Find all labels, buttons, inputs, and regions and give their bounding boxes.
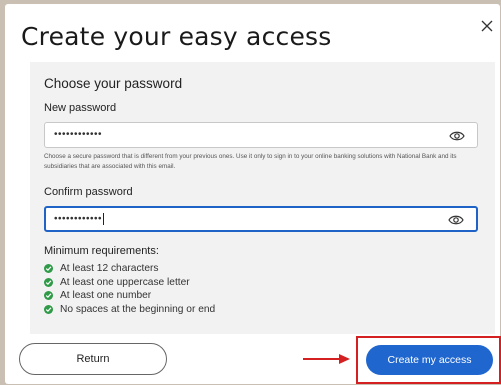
- dialog-title: Create your easy access: [21, 22, 332, 51]
- requirement-text: No spaces at the beginning or end: [60, 303, 216, 315]
- requirement-item: At least one number: [44, 289, 215, 303]
- password-help-text: Choose a secure password that is differe…: [44, 153, 457, 170]
- eye-icon[interactable]: [449, 129, 465, 141]
- requirement-text: At least one uppercase letter: [60, 276, 190, 288]
- confirm-password-label: Confirm password: [44, 186, 133, 198]
- eye-icon[interactable]: [448, 213, 464, 225]
- new-password-value: ••••••••••••: [54, 129, 103, 140]
- requirement-text: At least 12 characters: [60, 263, 159, 275]
- text-caret: [103, 213, 105, 225]
- requirements-list: At least 12 characters At least one uppe…: [44, 262, 215, 316]
- new-password-field[interactable]: ••••••••••••: [44, 122, 478, 148]
- annotation-arrow-icon: [303, 354, 350, 364]
- new-password-label: New password: [44, 102, 117, 114]
- create-access-dialog: Create your easy access Choose your pass…: [5, 4, 500, 384]
- create-access-button[interactable]: Create my access: [366, 345, 493, 375]
- check-circle-icon: [44, 264, 53, 274]
- check-circle-icon: [44, 304, 53, 314]
- requirement-item: At least one uppercase letter: [44, 276, 215, 290]
- section-title: Choose your password: [44, 76, 183, 91]
- requirement-item: No spaces at the beginning or end: [44, 303, 215, 317]
- check-circle-icon: [44, 291, 53, 301]
- requirement-text: At least one number: [60, 290, 152, 302]
- requirements-title: Minimum requirements:: [44, 245, 159, 257]
- check-circle-icon: [44, 277, 53, 287]
- requirement-item: At least 12 characters: [44, 262, 215, 276]
- return-button[interactable]: Return: [19, 343, 167, 375]
- confirm-password-value: ••••••••••••: [54, 213, 105, 225]
- close-icon[interactable]: [479, 18, 495, 34]
- password-panel: Choose your password New password ••••••…: [30, 62, 495, 334]
- confirm-password-field[interactable]: ••••••••••••: [44, 206, 478, 232]
